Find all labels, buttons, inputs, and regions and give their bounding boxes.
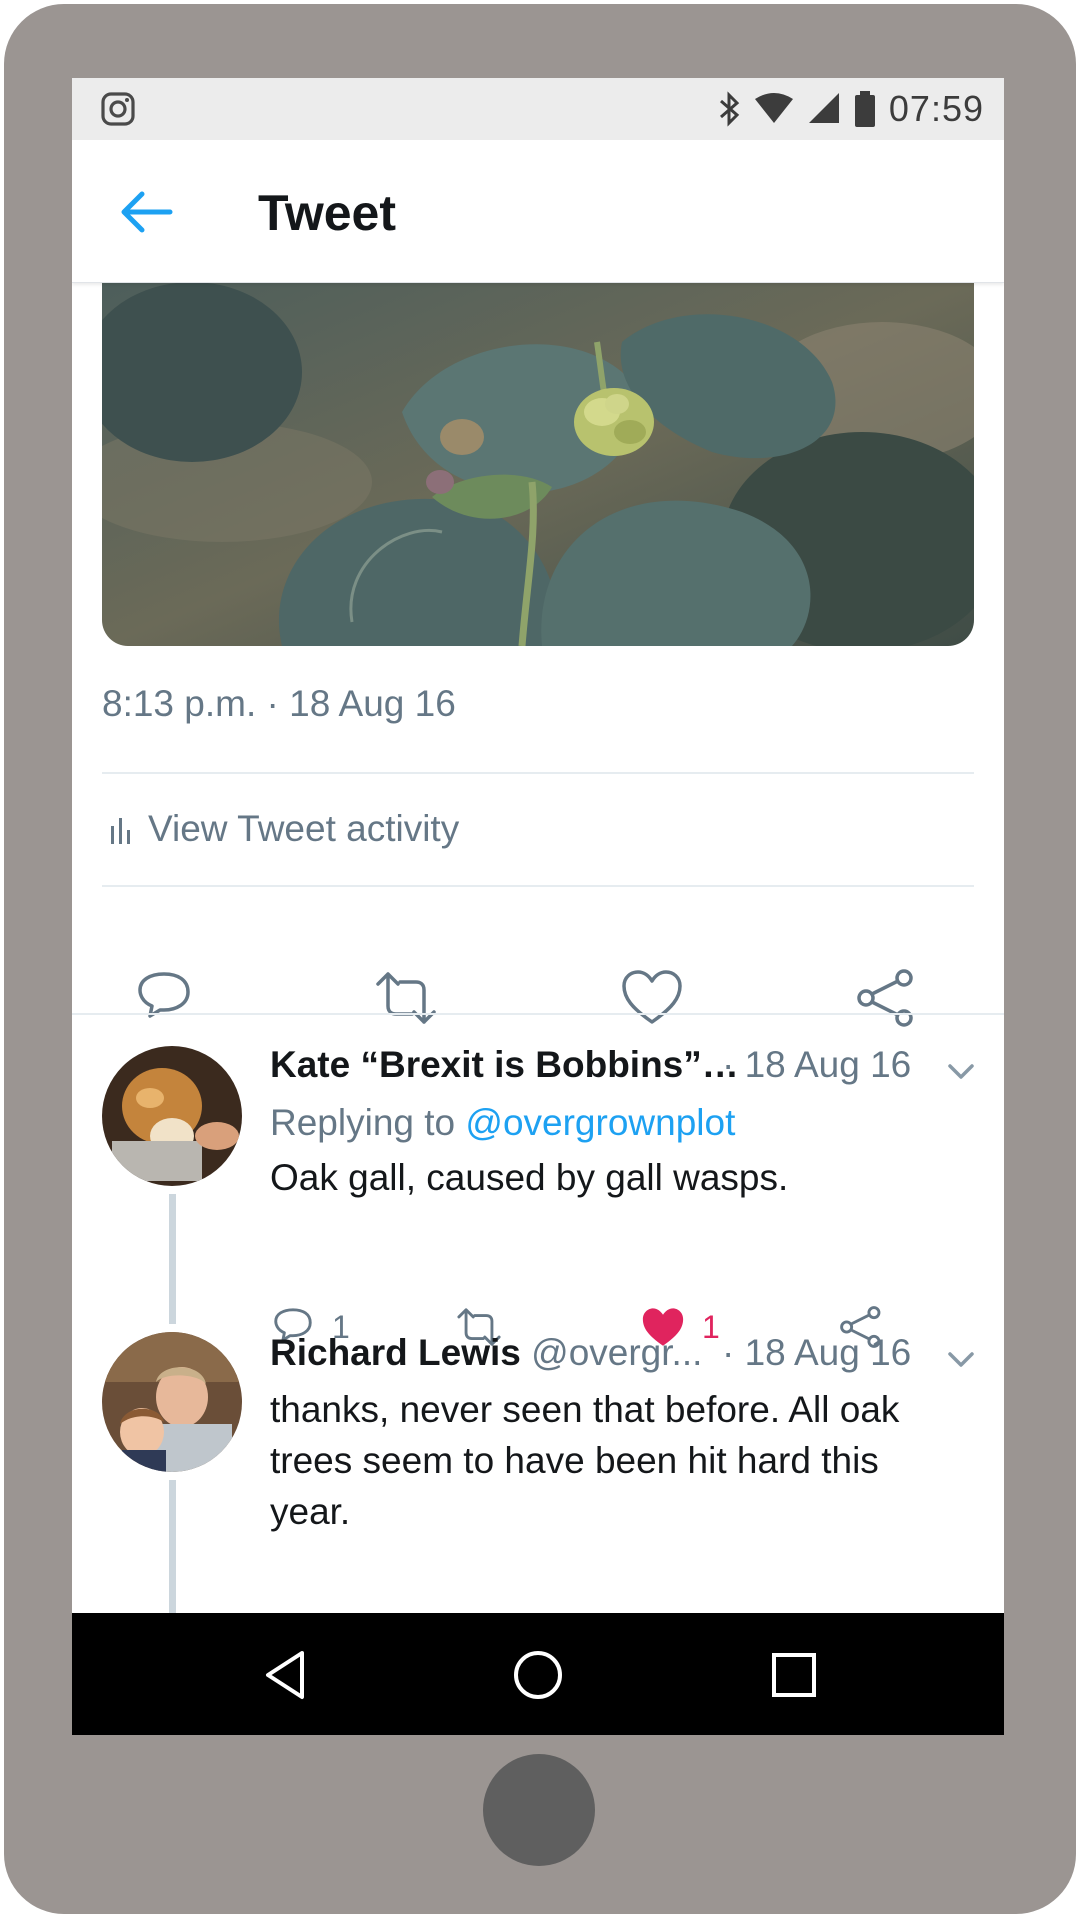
section-divider bbox=[72, 1013, 1004, 1015]
oak-gall bbox=[574, 388, 654, 456]
replying-to: Replying to @overgrownplot bbox=[270, 1102, 735, 1144]
page-title: Tweet bbox=[258, 185, 396, 241]
status-bar: 07:59 bbox=[72, 78, 1004, 140]
clock: 07:59 bbox=[888, 88, 984, 129]
tweet-photo[interactable] bbox=[102, 282, 974, 646]
instagram-icon bbox=[101, 92, 135, 126]
reply-date-wrap: · 18 Aug 16 bbox=[722, 1332, 911, 1374]
reply-icon[interactable] bbox=[132, 966, 196, 1030]
bar-chart-icon bbox=[111, 818, 130, 844]
tweet-date: · 18 Aug 16 bbox=[722, 1044, 912, 1085]
reply-date-wrap: · 18 Aug 16 bbox=[722, 1044, 911, 1086]
reply-header: Richard Lewis @overgr... bbox=[270, 1332, 702, 1374]
physical-home-button[interactable] bbox=[483, 1754, 595, 1866]
bluetooth-icon bbox=[719, 91, 740, 127]
reply-header: Kate “Brexit is Bobbins”… bbox=[270, 1044, 739, 1086]
avatar[interactable] bbox=[102, 1046, 242, 1186]
display-name[interactable]: Kate “Brexit is Bobbins”… bbox=[270, 1044, 739, 1085]
tweet-actions bbox=[72, 958, 1004, 1038]
wifi-icon bbox=[754, 93, 793, 123]
display-name[interactable]: Richard Lewis bbox=[270, 1332, 521, 1373]
like-count: 1 bbox=[702, 1308, 720, 1345]
activity-label: View Tweet activity bbox=[148, 808, 460, 849]
tweet-date: · 18 Aug 16 bbox=[722, 1332, 912, 1373]
chevron-down-icon[interactable] bbox=[946, 1350, 976, 1370]
divider bbox=[102, 885, 974, 887]
chevron-down-icon[interactable] bbox=[946, 1062, 976, 1082]
nav-bar bbox=[72, 1613, 1004, 1735]
signal-icon bbox=[808, 93, 839, 123]
thread-line bbox=[169, 1194, 176, 1324]
divider bbox=[102, 772, 974, 774]
user-handle[interactable]: @overgr... bbox=[531, 1332, 702, 1373]
view-tweet-activity[interactable]: View Tweet activity bbox=[110, 808, 459, 850]
share-icon[interactable] bbox=[854, 966, 918, 1030]
screen: 07:59 Tweet 8:13 p.m. · 18 Aug 16 View T… bbox=[72, 78, 1004, 1735]
home-circle-icon[interactable] bbox=[510, 1647, 566, 1703]
status-icons: 07:59 bbox=[717, 86, 984, 132]
mention-link[interactable]: @overgrownplot bbox=[465, 1102, 735, 1143]
recents-square-icon[interactable] bbox=[766, 1647, 822, 1703]
tweet-timestamp: 8:13 p.m. · 18 Aug 16 bbox=[102, 683, 456, 724]
battery-icon bbox=[854, 91, 875, 127]
app-bar: Tweet bbox=[72, 140, 1004, 283]
like-icon[interactable] bbox=[620, 966, 684, 1030]
back-triangle-icon[interactable] bbox=[258, 1647, 314, 1703]
replying-label: Replying to bbox=[270, 1102, 456, 1143]
tweet-text: Oak gall, caused by gall wasps. bbox=[270, 1157, 789, 1198]
tweet-text: thanks, never seen that before. All oak … bbox=[270, 1389, 900, 1532]
avatar[interactable] bbox=[102, 1332, 242, 1472]
oak-gall-image bbox=[102, 282, 974, 646]
arrow-left-icon[interactable] bbox=[118, 188, 174, 236]
retweet-icon[interactable] bbox=[374, 966, 438, 1030]
